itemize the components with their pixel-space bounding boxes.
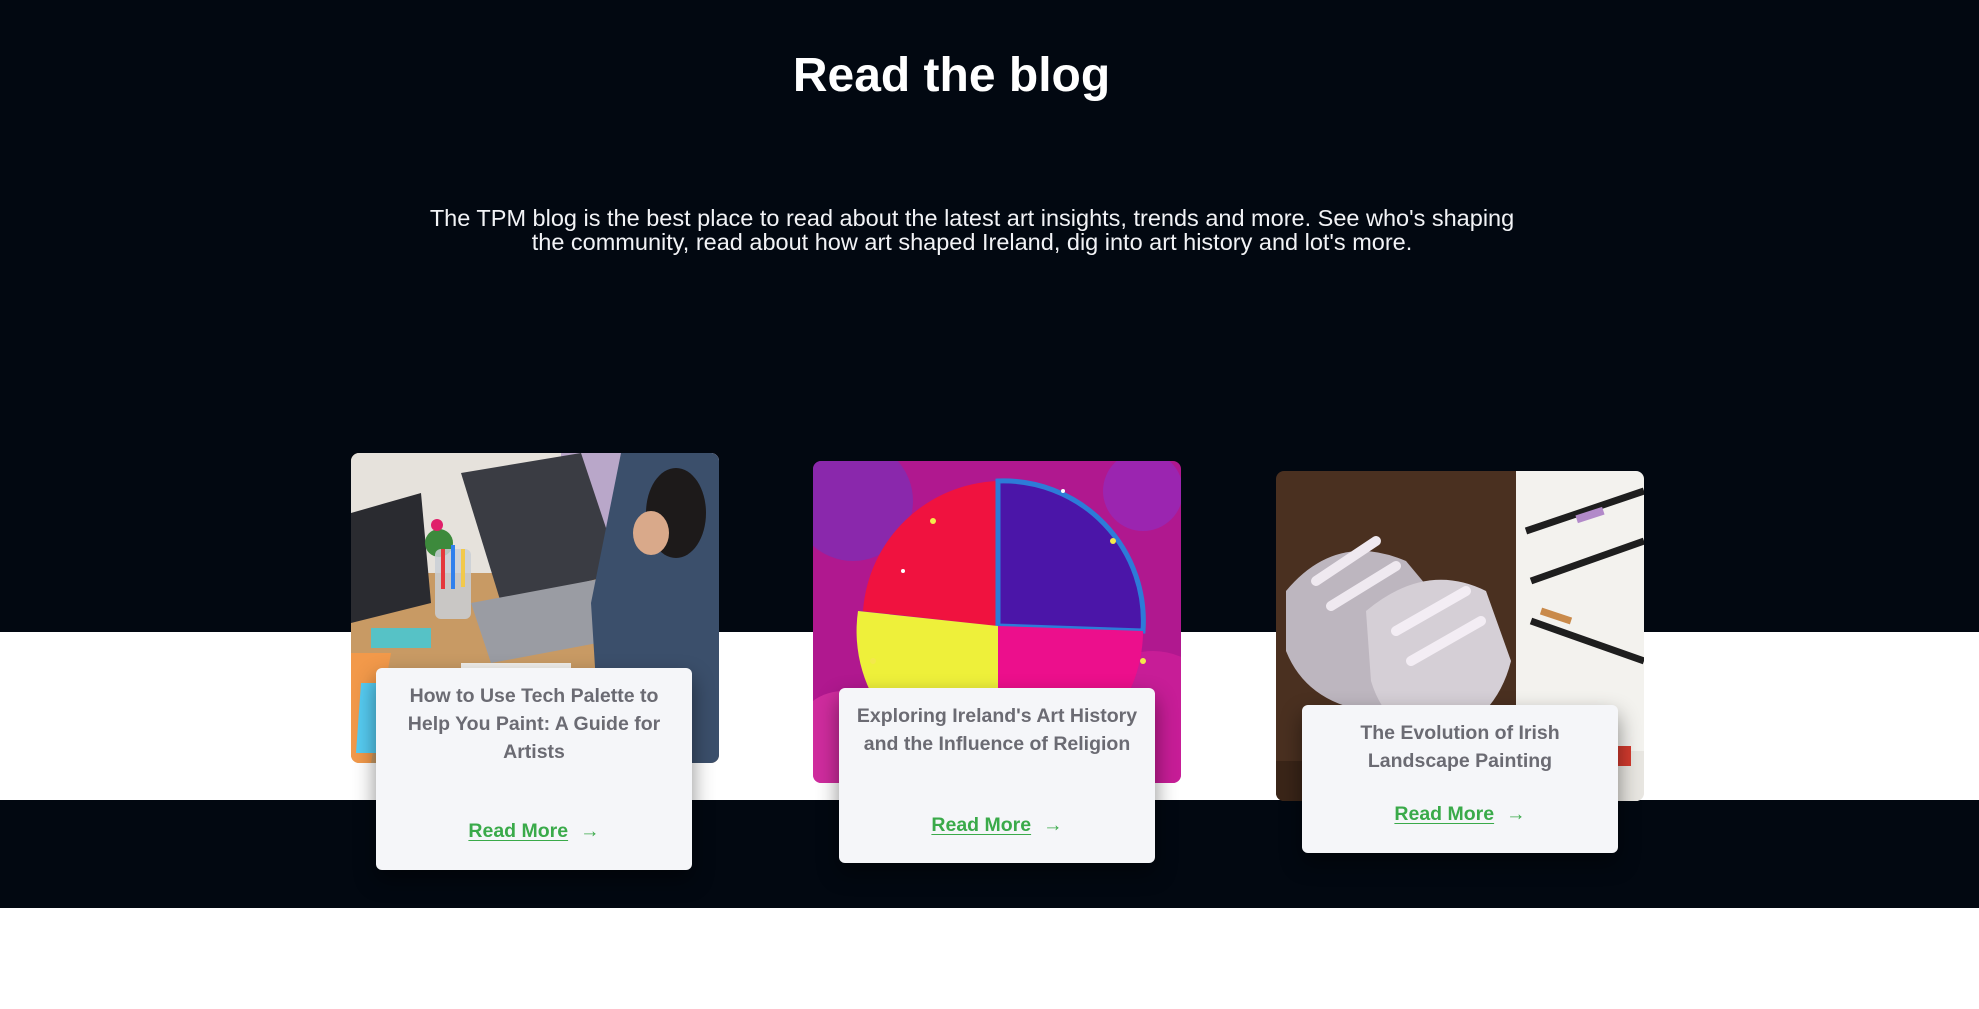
read-more-label[interactable]: Read More	[1394, 803, 1494, 825]
section-title: Read the blog	[792, 49, 1111, 102]
arrow-right-icon: →	[1043, 814, 1063, 836]
blog-card-2-read-more-link[interactable]: Read More →	[839, 811, 1155, 839]
arrow-right-icon: →	[1506, 803, 1526, 825]
blog-card-3-read-more-link[interactable]: Read More →	[1302, 800, 1618, 828]
blog-card-1-body: How to Use Tech Palette to Help You Pain…	[376, 668, 692, 870]
blog-card-3-title[interactable]: The Evolution of Irish Landscape Paintin…	[1314, 719, 1606, 775]
read-more-label[interactable]: Read More	[931, 814, 1031, 836]
blog-card-2-title[interactable]: Exploring Ireland's Art History and the …	[851, 702, 1143, 758]
arrow-right-icon: →	[580, 820, 600, 842]
blog-card-1-read-more-link[interactable]: Read More →	[376, 817, 692, 845]
blog-card-3-body: The Evolution of Irish Landscape Paintin…	[1302, 705, 1618, 853]
blog-card-2-body: Exploring Ireland's Art History and the …	[839, 688, 1155, 863]
blog-card-1-title[interactable]: How to Use Tech Palette to Help You Pain…	[388, 682, 680, 766]
section-intro: The TPM blog is the best place to read a…	[429, 205, 1515, 255]
read-more-label[interactable]: Read More	[468, 820, 568, 842]
